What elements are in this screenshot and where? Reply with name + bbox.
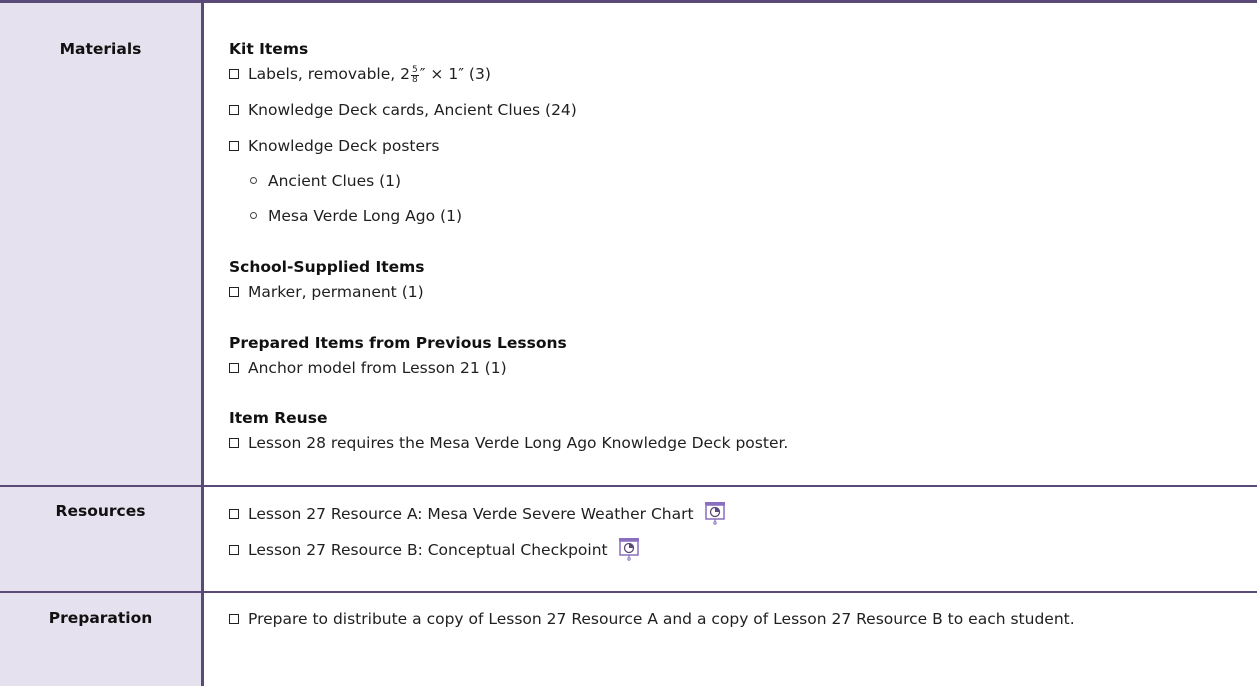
resource-item-b: Lesson 27 Resource B: Conceptual Checkpo… (229, 537, 640, 561)
kit-item-cards-text: Knowledge Deck cards, Ancient Clues (24) (248, 101, 577, 119)
projector-screen-icon[interactable] (618, 537, 640, 561)
kit-item-posters-text: Knowledge Deck posters (248, 137, 440, 155)
school-supplied-item-text: Marker, permanent (1) (248, 283, 424, 301)
checkbox-icon[interactable] (229, 287, 239, 297)
preparation-row: Preparation Prepare to distribute a copy… (0, 593, 1257, 686)
preparation-label: Preparation (48, 609, 153, 627)
fraction-denominator: 8 (411, 75, 418, 85)
checkbox-icon[interactable] (229, 69, 239, 79)
poster-subitem-2-text: Mesa Verde Long Ago (1) (268, 207, 462, 225)
preparation-content: Prepare to distribute a copy of Lesson 2… (204, 593, 1257, 686)
school-supplied-item: Marker, permanent (1) (229, 282, 424, 302)
prepared-items-heading: Prepared Items from Previous Lessons (229, 334, 567, 352)
kit-items-heading: Kit Items (229, 40, 309, 58)
labels-prefix: Labels, removable, 2 (248, 65, 410, 83)
checkbox-icon[interactable] (229, 363, 239, 373)
checkbox-icon[interactable] (229, 141, 239, 151)
hollow-bullet-icon (250, 212, 257, 219)
preparation-item: Prepare to distribute a copy of Lesson 2… (229, 608, 1209, 630)
materials-label-cell: Materials (0, 3, 204, 511)
poster-subitem-1-text: Ancient Clues (1) (268, 172, 402, 190)
poster-subitem-2: Mesa Verde Long Ago (1) (250, 206, 462, 226)
prepared-item-text: Anchor model from Lesson 21 (1) (248, 359, 507, 377)
resource-item-b-text[interactable]: Lesson 27 Resource B: Conceptual Checkpo… (248, 541, 608, 559)
resources-label-cell: Resources (0, 487, 204, 591)
kit-item-labels: Labels, removable, 2 5 8 ″ × 1″ (3) (229, 64, 491, 85)
hollow-bullet-icon (250, 177, 257, 184)
prepared-item: Anchor model from Lesson 21 (1) (229, 358, 507, 378)
materials-row: Materials Kit Items Labels, removable, 2… (0, 3, 1257, 511)
checkbox-icon[interactable] (229, 509, 239, 519)
projector-screen-icon[interactable] (704, 501, 726, 525)
checkbox-icon[interactable] (229, 438, 239, 448)
materials-table: Materials Kit Items Labels, removable, 2… (0, 0, 1257, 686)
fraction: 58 (410, 66, 419, 85)
resources-label: Resources (55, 502, 146, 520)
resource-item-a: Lesson 27 Resource A: Mesa Verde Severe … (229, 501, 726, 525)
resources-content: Lesson 27 Resource A: Mesa Verde Severe … (204, 487, 1257, 591)
kit-item-posters: Knowledge Deck posters (229, 136, 440, 156)
checkbox-icon[interactable] (229, 545, 239, 555)
checkbox-icon[interactable] (229, 614, 239, 624)
resources-row: Resources Lesson 27 Resource A: Mesa Ver… (0, 487, 1257, 591)
checkbox-icon[interactable] (229, 105, 239, 115)
poster-subitem-1: Ancient Clues (1) (250, 171, 401, 191)
item-reuse-item-text: Lesson 28 requires the Mesa Verde Long A… (248, 434, 789, 452)
preparation-item-text: Prepare to distribute a copy of Lesson 2… (248, 610, 1075, 628)
school-supplied-heading: School-Supplied Items (229, 258, 425, 276)
labels-suffix: ″ × 1″ (3) (419, 65, 491, 83)
item-reuse-heading: Item Reuse (229, 409, 328, 427)
materials-content: Kit Items Labels, removable, 2 5 8 ″ × 1″ (… (204, 3, 1257, 511)
resource-item-a-text[interactable]: Lesson 27 Resource A: Mesa Verde Severe … (248, 505, 694, 523)
kit-item-cards: Knowledge Deck cards, Ancient Clues (24) (229, 100, 577, 120)
preparation-label-cell: Preparation (0, 593, 204, 686)
item-reuse-item: Lesson 28 requires the Mesa Verde Long A… (229, 433, 788, 453)
materials-label: Materials (59, 40, 142, 58)
